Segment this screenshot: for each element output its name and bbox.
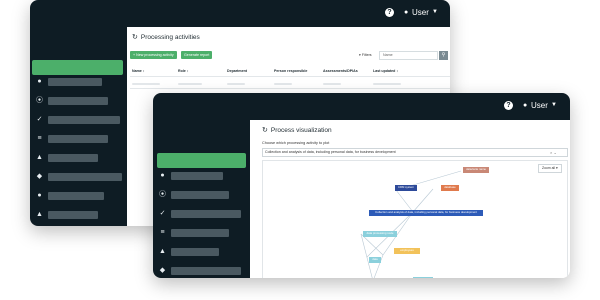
column-header[interactable]: Last updated ↕ — [373, 69, 398, 73]
sidebar-item[interactable]: ▲ — [159, 247, 247, 257]
grad-cap-icon: ▲ — [159, 248, 166, 255]
chevron-down-icon[interactable]: ▼ — [432, 8, 438, 17]
table-row-placeholder — [373, 83, 401, 85]
column-header[interactable]: Role ↕ — [178, 69, 189, 73]
sidebar-item[interactable]: ≡ — [159, 228, 247, 238]
zoom-all-button[interactable]: Zoom all ▾ — [538, 164, 562, 173]
table-row-placeholder — [323, 83, 341, 85]
user-menu-label[interactable]: User — [531, 101, 548, 110]
refresh-icon: ↻ — [262, 127, 268, 134]
people-icon: ● — [37, 192, 42, 199]
column-header: Assessments/DPIAs — [323, 69, 358, 73]
top-bar: ? ● User ▼ — [30, 0, 450, 27]
warning-icon: ▲ — [36, 211, 43, 218]
compass-icon: ⦿ — [36, 97, 43, 104]
graph-node[interactable]: source — [413, 277, 433, 278]
user-icon[interactable]: ● — [404, 8, 408, 17]
page-title: ↻ Process visualization — [262, 127, 332, 134]
column-header: Person responsible — [274, 69, 308, 73]
refresh-icon: ↻ — [132, 34, 138, 41]
page-title: ↻ Processing activities — [132, 34, 200, 41]
sidebar-item[interactable]: ◆ — [36, 172, 124, 182]
list-icon: ≡ — [37, 135, 42, 142]
new-activity-button[interactable]: + New processing activity — [130, 51, 177, 59]
head-icon: ● — [37, 78, 42, 85]
check-icon: ✓ — [159, 210, 166, 217]
chevron-down-icon[interactable]: ▼ — [551, 101, 557, 110]
sidebar-item[interactable]: ⦿ — [36, 96, 124, 106]
select-prompt: Choose which processing activity to plot — [262, 141, 330, 145]
check-icon: ✓ — [36, 116, 43, 123]
sidebar-item[interactable]: ⦿ — [159, 190, 247, 200]
table-row-placeholder — [132, 83, 160, 85]
front-window: ? ● User ▼ ● ⦿ ✓ ≡ ▲ ◆ ↻ Process visualiz… — [153, 93, 570, 278]
search-input[interactable]: Name — [379, 51, 438, 60]
clear-icon[interactable]: × ⌄ — [550, 148, 557, 157]
sidebar-primary-button[interactable] — [32, 60, 123, 75]
shield-icon: ◆ — [36, 173, 43, 180]
help-icon[interactable]: ? — [385, 8, 394, 17]
sidebar: ● ⦿ ✓ ≡ ▲ ◆ ● ▲ — [30, 27, 127, 226]
divider — [130, 88, 450, 89]
graph-node[interactable]: database — [441, 185, 459, 191]
user-icon[interactable]: ● — [523, 101, 527, 110]
generate-report-button[interactable]: Generate report — [181, 51, 213, 59]
divider — [130, 76, 450, 77]
search-icon[interactable]: ⚲ — [439, 51, 448, 60]
sidebar-item[interactable]: ▲ — [36, 153, 124, 163]
user-menu-label[interactable]: User — [412, 8, 429, 17]
shield-icon: ◆ — [159, 267, 166, 274]
column-header[interactable]: Name ↕ — [132, 69, 145, 73]
sidebar-item[interactable]: ◆ — [159, 266, 247, 276]
sidebar-item[interactable]: ● — [36, 191, 124, 201]
main-content: ↻ Process visualization Choose which proc… — [250, 120, 570, 278]
sidebar: ● ⦿ ✓ ≡ ▲ ◆ — [153, 120, 250, 278]
graph-node[interactable]: data — [369, 257, 381, 263]
graph-node[interactable]: CRM system — [395, 185, 417, 191]
table-row-placeholder — [227, 83, 245, 85]
sidebar-item[interactable]: ▲ — [36, 210, 124, 220]
table-row-placeholder — [274, 83, 292, 85]
sidebar-item[interactable]: ✓ — [159, 209, 247, 219]
grad-cap-icon: ▲ — [36, 154, 43, 161]
head-icon: ● — [160, 172, 165, 179]
sidebar-item[interactable]: ✓ — [36, 115, 124, 125]
graph-node[interactable]: Collection and analysis of data, includi… — [369, 210, 483, 216]
graph-node[interactable]: data/suite name — [463, 167, 489, 173]
graph-edges — [360, 170, 462, 278]
help-icon[interactable]: ? — [504, 101, 513, 110]
sidebar-primary-button[interactable] — [157, 153, 246, 168]
activity-select[interactable]: Collection and analysis of data, includi… — [262, 148, 568, 157]
list-icon: ≡ — [160, 229, 165, 236]
visualization-canvas[interactable]: data/suite name CRM system database Coll… — [262, 160, 568, 278]
graph-node[interactable]: data processing node — [363, 231, 397, 237]
table-row-placeholder — [178, 83, 202, 85]
sidebar-item[interactable]: ● — [159, 171, 247, 181]
compass-icon: ⦿ — [159, 191, 166, 198]
sidebar-item[interactable]: ● — [36, 77, 124, 87]
column-header: Department — [227, 69, 247, 73]
sidebar-item[interactable]: ≡ — [36, 134, 124, 144]
filters-button[interactable]: ▾ Filters — [359, 51, 372, 59]
graph-node[interactable]: employees — [394, 248, 420, 254]
top-bar: ? ● User ▼ — [153, 93, 570, 120]
